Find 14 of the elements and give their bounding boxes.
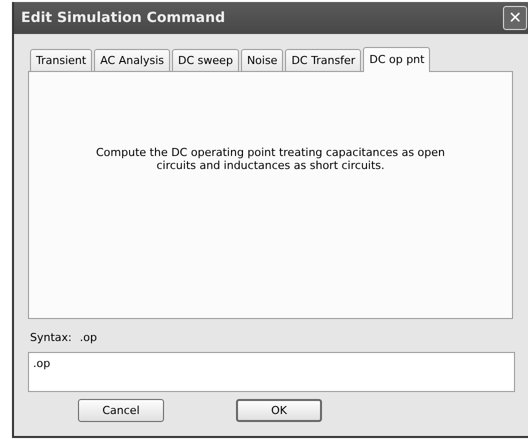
tab[interactable]: DC Transfer: [285, 49, 362, 71]
tab[interactable]: DC op pnt: [363, 47, 430, 72]
tab[interactable]: Noise: [240, 49, 284, 71]
tab[interactable]: DC sweep: [172, 49, 239, 71]
ok-button[interactable]: OK: [236, 399, 322, 422]
syntax-text: .op: [80, 331, 97, 344]
syntax-label: Syntax:: [30, 331, 72, 344]
tab[interactable]: AC Analysis: [94, 49, 170, 71]
description-text: Compute the DC operating point treating capacitances as open circuits and inductances as short circuits.: [95, 146, 446, 174]
close-button[interactable]: ✕: [503, 6, 527, 30]
cancel-button[interactable]: Cancel: [78, 399, 164, 422]
command-field[interactable]: .op: [28, 352, 515, 392]
tab[interactable]: Transient: [30, 49, 92, 71]
window-title: Edit Simulation Command: [21, 10, 226, 26]
